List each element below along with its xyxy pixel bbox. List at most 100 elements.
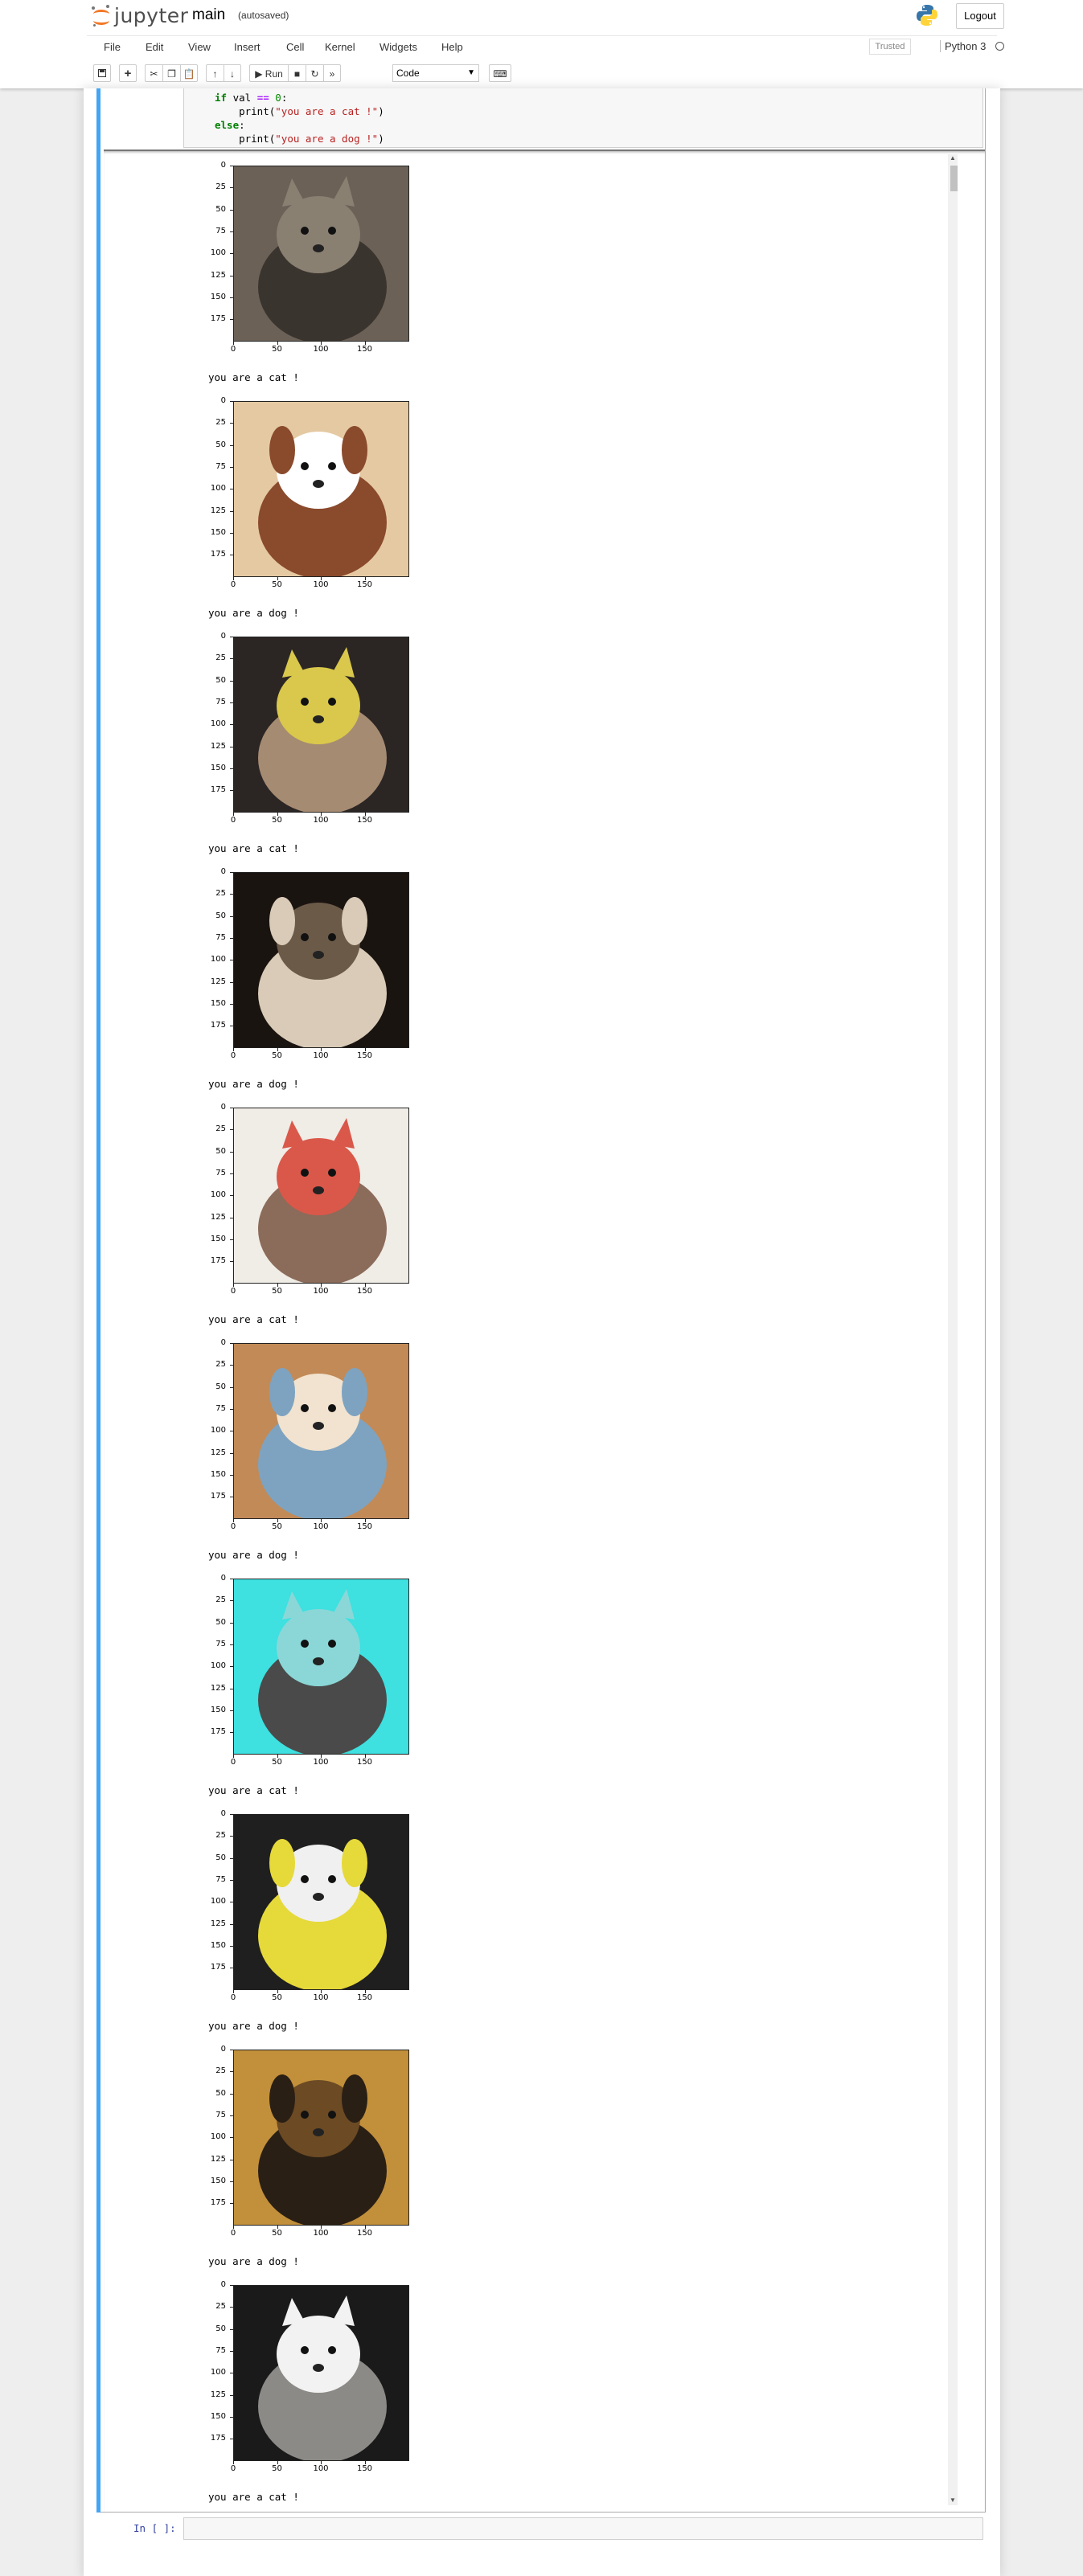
x-tick-label: 150 [356,1051,373,1060]
prediction-text: you are a cat ! [208,2491,299,2503]
y-tick-label: 75 [215,461,226,471]
y-tick-label: 75 [215,1874,226,1884]
x-tick-label: 100 [313,2229,329,2238]
y-tick-label: 125 [210,977,226,986]
code-line-4: print("you are a dog !") [215,133,384,145]
y-tick-label: 150 [210,1940,226,1950]
y-tick-label: 150 [210,2176,226,2185]
y-tick-label: 75 [215,2110,226,2119]
y-tick-label: 50 [215,2088,226,2098]
y-tick-label: 75 [215,2345,226,2355]
logout-button[interactable]: Logout [956,3,1004,29]
output-scrollbar[interactable] [948,154,958,2505]
scroll-up-icon[interactable]: ▲ [948,154,958,162]
x-tick-label: 50 [272,1758,282,1767]
menu-bar: File Edit View Insert Cell Kernel Widget… [87,35,997,59]
y-tick-label: 50 [215,911,226,920]
kernel-name: Python 3 [940,40,986,52]
x-tick-label: 150 [356,1287,373,1296]
trusted-indicator[interactable]: Trusted [869,39,911,55]
y-tick-label: 75 [215,932,226,942]
empty-code-input[interactable] [183,2517,983,2540]
y-tick-label: 50 [215,1382,226,1391]
notebook-title[interactable]: main [192,6,225,24]
run-icon: ▶ [255,68,263,80]
stop-icon[interactable]: ■ [288,64,306,82]
y-tick-label: 150 [210,1705,226,1714]
y-tick-label: 50 [215,1617,226,1627]
x-tick-label: 100 [313,1758,329,1767]
x-tick-label: 150 [356,1993,373,2002]
copy-icon[interactable]: ❐ [162,64,180,82]
y-tick-label: 50 [215,1853,226,1862]
save-icon[interactable] [93,64,111,82]
y-tick-label: 125 [210,1448,226,1457]
y-tick-label: 125 [210,741,226,751]
y-tick-label: 75 [215,1639,226,1648]
menu-insert[interactable]: Insert [234,41,260,53]
y-tick-label: 25 [215,653,226,663]
y-tick-label: 125 [210,270,226,280]
scroll-down-icon[interactable]: ▼ [948,2496,958,2504]
x-tick-label: 0 [230,345,236,354]
run-button[interactable]: ▶ Run [249,64,288,82]
y-tick-label: 175 [210,1021,226,1030]
dog-image [233,2050,409,2226]
cell-type-select[interactable]: Code ▼ [392,64,479,82]
notebook-container: if val == 0: print("you are a cat !") el… [84,88,1000,2576]
y-tick-label: 0 [220,1338,226,1347]
jupyter-logo-text: jupyter [114,4,189,27]
prediction-text: you are a cat ! [208,842,299,854]
scrollbar-thumb[interactable] [950,166,958,191]
code-line-2: print("you are a cat !") [215,105,384,117]
y-tick-label: 0 [220,2045,226,2054]
x-tick-label: 150 [356,1758,373,1767]
menu-view[interactable]: View [188,41,211,53]
y-tick-label: 125 [210,1683,226,1693]
y-tick-label: 50 [215,1146,226,1156]
menu-edit[interactable]: Edit [146,41,163,53]
y-tick-label: 25 [215,1360,226,1370]
paste-icon[interactable]: 📋 [180,64,198,82]
x-tick-label: 100 [313,2464,329,2473]
fast-forward-icon[interactable]: » [323,64,341,82]
x-tick-label: 50 [272,345,282,354]
prediction-text: you are a dog ! [208,1549,299,1561]
y-tick-label: 100 [210,1426,226,1435]
output-figure: 0 25 50 75 100 125 150 175 0 50 100 150 [191,1337,409,1531]
notebook-header: jupyter main (autosaved) Logout File Edi… [0,0,1083,88]
menu-kernel[interactable]: Kernel [325,41,355,53]
prediction-text: you are a dog ! [208,607,299,619]
y-tick-label: 100 [210,248,226,258]
x-tick-label: 150 [356,1522,373,1531]
prediction-text: you are a dog ! [208,2255,299,2267]
code-input[interactable]: if val == 0: print("you are a cat !") el… [183,88,983,148]
output-figure: 0 25 50 75 100 125 150 175 0 50 100 150 [191,395,409,589]
y-tick-label: 100 [210,2368,226,2377]
menu-widgets[interactable]: Widgets [379,41,417,53]
cat-image [233,1108,409,1284]
output-figure: 0 25 50 75 100 125 150 175 0 50 100 150 [191,866,409,1060]
keyboard-icon[interactable]: ⌨ [489,64,511,82]
save-status: (autosaved) [238,10,289,21]
cell-type-value: Code [396,68,420,79]
menu-file[interactable]: File [104,41,121,53]
move-up-icon[interactable]: ↑ [206,64,224,82]
x-tick-label: 150 [356,345,373,354]
y-tick-label: 0 [220,161,226,170]
y-tick-label: 150 [210,2411,226,2421]
code-line-3: else: [215,119,245,131]
menu-cell[interactable]: Cell [286,41,304,53]
restart-icon[interactable]: ↻ [306,64,323,82]
y-tick-label: 25 [215,418,226,428]
output-area[interactable]: 0 25 50 75 100 125 150 175 0 50 100 150 you are a ca… [104,149,985,2511]
jupyter-logo[interactable]: jupyter [92,4,188,27]
cut-icon[interactable]: ✂ [145,64,162,82]
dog-image [233,1814,409,1990]
move-down-icon[interactable]: ↓ [224,64,241,82]
plus-icon[interactable]: + [119,64,137,82]
x-tick-label: 100 [313,1051,329,1060]
x-tick-label: 0 [230,2464,236,2473]
menu-help[interactable]: Help [441,41,463,53]
output-figure: 0 25 50 75 100 125 150 175 0 50 100 150 [191,1808,409,2002]
